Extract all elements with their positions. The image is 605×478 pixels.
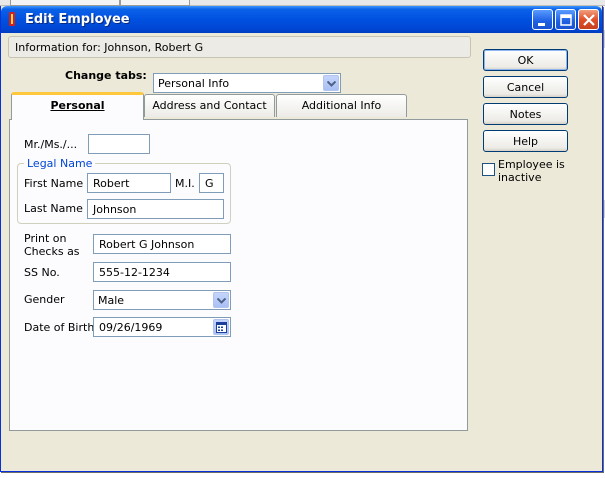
salutation-input[interactable] [88, 134, 150, 154]
gender-value: Male [98, 294, 125, 307]
window-title: Edit Employee [25, 12, 130, 27]
tab-address-and-contact[interactable]: Address and Contact [144, 94, 275, 117]
ssn-label: SS No. [24, 266, 60, 279]
minimize-icon [538, 23, 545, 26]
dob-value: 09/26/1969 [99, 321, 163, 334]
maximize-button[interactable] [555, 9, 576, 30]
change-tabs-select[interactable]: Personal Info [153, 73, 341, 93]
dob-label: Date of Birth [24, 321, 95, 334]
minimize-button[interactable] [532, 9, 553, 30]
employee-info-bar: Information for: Johnson, Robert G [8, 36, 471, 58]
employee-inactive-label: Employee is inactive [498, 158, 565, 184]
first-name-input[interactable]: Robert [87, 173, 171, 193]
print-on-checks-input[interactable]: Robert G Johnson [93, 234, 231, 254]
tab-additional-label: Additional Info [301, 99, 382, 112]
change-tabs-dropdown-button[interactable] [323, 75, 339, 91]
ssn-input[interactable]: 555-12-1234 [93, 262, 231, 282]
last-name-input[interactable]: Johnson [87, 199, 224, 219]
print-on-checks-label-line2: Checks as [24, 245, 80, 258]
tab-personal[interactable]: Personal [11, 92, 144, 120]
gender-dropdown-button[interactable] [213, 292, 229, 308]
close-button[interactable] [578, 9, 599, 30]
notes-button[interactable]: Notes [483, 103, 568, 125]
maximize-icon [560, 14, 572, 26]
ok-button[interactable]: OK [483, 49, 568, 71]
change-tabs-value: Personal Info [158, 77, 230, 90]
mi-label: M.I. [175, 177, 195, 190]
close-icon [583, 14, 595, 26]
mi-input[interactable]: G [199, 173, 224, 193]
last-name-label: Last Name [24, 202, 83, 215]
employee-inactive-label-line1: Employee is [498, 158, 565, 171]
salutation-label: Mr./Ms./... [24, 138, 78, 151]
employee-inactive-checkbox[interactable] [482, 163, 495, 176]
dob-calendar-button[interactable] [213, 319, 229, 335]
employee-inactive-label-line2: inactive [498, 171, 542, 184]
print-on-checks-label-line1: Print on [24, 232, 67, 245]
tab-personal-label: Personal [50, 99, 105, 112]
gender-label: Gender [24, 293, 65, 306]
change-tabs-label: Change tabs: [65, 69, 147, 82]
tab-address-label: Address and Contact [152, 99, 267, 112]
first-name-label: First Name [24, 177, 84, 190]
cancel-button[interactable]: Cancel [483, 76, 568, 98]
title-bar[interactable]: Edit Employee [1, 6, 602, 33]
legal-name-title: Legal Name [24, 157, 96, 170]
tab-additional-info[interactable]: Additional Info [276, 94, 407, 117]
employee-info-text: Information for: Johnson, Robert G [15, 41, 204, 54]
quickbooks-app-icon [9, 12, 15, 26]
chevron-down-icon [327, 81, 336, 87]
dob-input[interactable]: 09/26/1969 [93, 317, 231, 337]
calendar-icon [216, 322, 227, 333]
gender-select[interactable]: Male [93, 290, 231, 310]
help-button[interactable]: Help [483, 130, 568, 152]
chevron-down-icon [217, 298, 226, 304]
